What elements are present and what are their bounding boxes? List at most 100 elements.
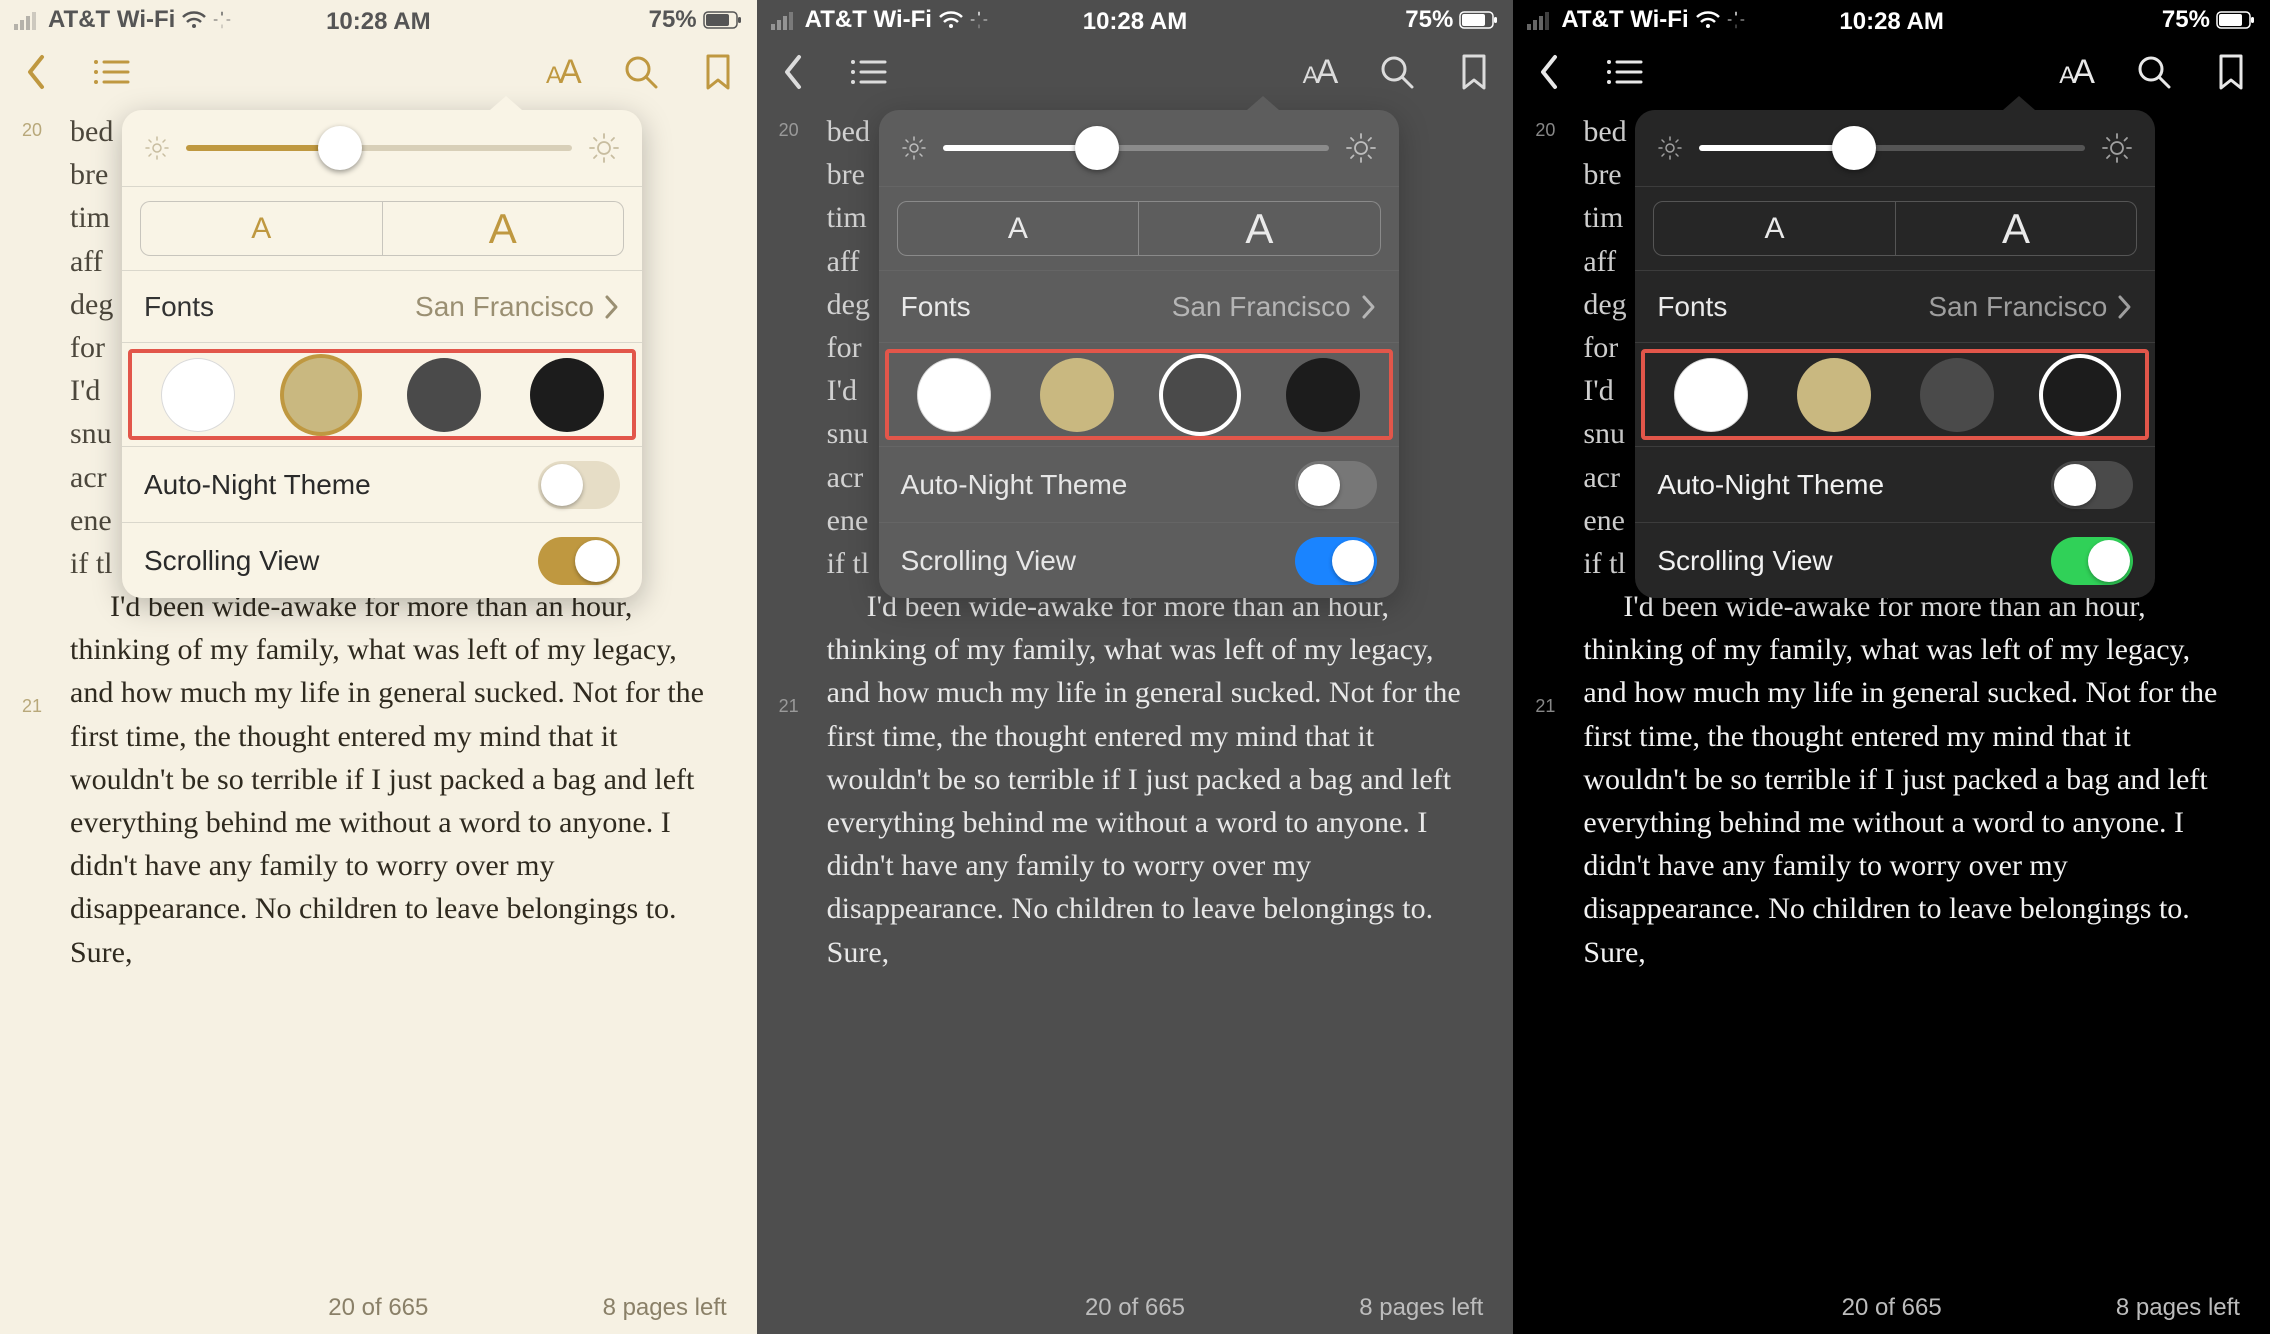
wifi-icon bbox=[181, 10, 207, 30]
search-button[interactable] bbox=[2136, 54, 2172, 90]
page-position: 20 of 665 bbox=[1842, 1294, 1942, 1322]
theme-swatch-3[interactable] bbox=[1286, 358, 1360, 432]
brightness-low-icon bbox=[1657, 135, 1683, 161]
fonts-row[interactable]: Fonts San Francisco bbox=[1635, 270, 2155, 342]
appearance-button[interactable]: AA bbox=[546, 53, 579, 92]
theme-swatch-3[interactable] bbox=[530, 358, 604, 432]
carrier: AT&T Wi-Fi bbox=[805, 6, 932, 34]
theme-swatch-1[interactable] bbox=[1040, 358, 1114, 432]
toolbar: AA bbox=[0, 40, 757, 104]
font-larger-button[interactable]: A bbox=[383, 201, 625, 256]
scrolling-view-label: Scrolling View bbox=[1657, 545, 1832, 577]
status-bar: AT&T Wi-Fi10:28 AM75% bbox=[1513, 0, 2270, 40]
search-button[interactable] bbox=[1379, 54, 1415, 90]
theme-swatch-1[interactable] bbox=[284, 358, 358, 432]
fonts-row[interactable]: Fonts San Francisco bbox=[879, 270, 1399, 342]
theme-swatch-0[interactable] bbox=[917, 358, 991, 432]
line-number: 21 bbox=[779, 694, 799, 720]
loading-spinner-icon bbox=[213, 11, 231, 29]
battery-percent: 75% bbox=[649, 6, 697, 34]
appearance-popover: AA Fonts San Francisco Auto-Night Theme Scro… bbox=[1635, 110, 2155, 598]
brightness-low-icon bbox=[901, 135, 927, 161]
toc-button[interactable] bbox=[849, 57, 887, 87]
auto-night-label: Auto-Night Theme bbox=[144, 469, 371, 501]
appearance-button[interactable]: AA bbox=[1303, 53, 1336, 92]
toolbar: AA bbox=[757, 40, 1514, 104]
footer: 20 of 6658 pages left bbox=[1513, 1282, 2270, 1334]
auto-night-toggle[interactable] bbox=[538, 461, 620, 509]
battery-icon bbox=[703, 10, 743, 30]
scrolling-view-label: Scrolling View bbox=[901, 545, 1076, 577]
font-larger-button[interactable]: A bbox=[1139, 201, 1381, 256]
brightness-slider[interactable] bbox=[1699, 145, 2085, 151]
auto-night-label: Auto-Night Theme bbox=[1657, 469, 1884, 501]
brightness-slider[interactable] bbox=[186, 145, 572, 151]
loading-spinner-icon bbox=[970, 11, 988, 29]
fonts-label: Fonts bbox=[1657, 291, 1727, 323]
search-button[interactable] bbox=[623, 54, 659, 90]
fonts-value: San Francisco bbox=[1928, 291, 2107, 323]
footer: 20 of 665 8 pages left bbox=[757, 1282, 1514, 1334]
toc-button[interactable] bbox=[92, 57, 130, 87]
back-button[interactable] bbox=[781, 53, 805, 91]
page-position: 20 of 665 bbox=[328, 1294, 428, 1322]
appearance-popover: AA Fonts San Francisco Auto-Night Theme Scro… bbox=[879, 110, 1399, 598]
fonts-value: San Francisco bbox=[1172, 291, 1351, 323]
back-button[interactable] bbox=[24, 53, 48, 91]
pages-left: 8 pages left bbox=[1359, 1294, 1483, 1322]
fonts-label: Fonts bbox=[901, 291, 971, 323]
theme-swatch-1[interactable] bbox=[1797, 358, 1871, 432]
font-larger-button[interactable]: A bbox=[1896, 201, 2138, 256]
bookmark-button[interactable] bbox=[1459, 53, 1489, 91]
paragraph: I'd been wide-awake for more than an hou… bbox=[827, 585, 1474, 974]
theme-swatch-0[interactable] bbox=[1674, 358, 1748, 432]
line-number: 20 bbox=[779, 118, 799, 144]
wifi-icon bbox=[938, 10, 964, 30]
battery-icon bbox=[1459, 10, 1499, 30]
line-number: 20 bbox=[1535, 118, 1555, 144]
signal-icon bbox=[1527, 10, 1555, 30]
scrolling-view-label: Scrolling View bbox=[144, 545, 319, 577]
carrier: AT&T Wi-Fi bbox=[1561, 6, 1688, 34]
scrolling-view-toggle[interactable] bbox=[1295, 537, 1377, 585]
theme-swatch-2[interactable] bbox=[1920, 358, 1994, 432]
status-bar: AT&T Wi-Fi10:28 AM75% bbox=[757, 0, 1514, 40]
font-smaller-button[interactable]: A bbox=[897, 201, 1140, 256]
toolbar: AA bbox=[1513, 40, 2270, 104]
theme-swatch-0[interactable] bbox=[161, 358, 235, 432]
scrolling-view-toggle[interactable] bbox=[538, 537, 620, 585]
battery-icon bbox=[2216, 10, 2256, 30]
theme-swatches bbox=[879, 342, 1399, 446]
fonts-label: Fonts bbox=[144, 291, 214, 323]
line-number: 21 bbox=[22, 694, 42, 720]
font-smaller-button[interactable]: A bbox=[1653, 201, 1896, 256]
bookmark-button[interactable] bbox=[2216, 53, 2246, 91]
font-smaller-button[interactable]: A bbox=[140, 201, 383, 256]
bookmark-button[interactable] bbox=[703, 53, 733, 91]
fonts-value: San Francisco bbox=[415, 291, 594, 323]
auto-night-toggle[interactable] bbox=[1295, 461, 1377, 509]
chevron-right-icon bbox=[2117, 293, 2133, 321]
line-number: 20 bbox=[22, 118, 42, 144]
paragraph: I'd been wide-awake for more than an hou… bbox=[1583, 585, 2230, 974]
scrolling-view-toggle[interactable] bbox=[2051, 537, 2133, 585]
theme-swatch-3[interactable] bbox=[2043, 358, 2117, 432]
fonts-row[interactable]: Fonts San Francisco bbox=[122, 270, 642, 342]
theme-swatch-2[interactable] bbox=[407, 358, 481, 432]
auto-night-label: Auto-Night Theme bbox=[901, 469, 1128, 501]
pages-left: 8 pages left bbox=[603, 1294, 727, 1322]
chevron-right-icon bbox=[1361, 293, 1377, 321]
appearance-button[interactable]: AA bbox=[2059, 53, 2092, 92]
carrier: AT&T Wi-Fi bbox=[48, 6, 175, 34]
brightness-slider[interactable] bbox=[943, 145, 1329, 151]
theme-swatch-2[interactable] bbox=[1163, 358, 1237, 432]
signal-icon bbox=[14, 10, 42, 30]
theme-swatches bbox=[122, 342, 642, 446]
auto-night-toggle[interactable] bbox=[2051, 461, 2133, 509]
page-position: 20 of 665 bbox=[1085, 1294, 1185, 1322]
battery-percent: 75% bbox=[2162, 6, 2210, 34]
back-button[interactable] bbox=[1537, 53, 1561, 91]
line-number: 21 bbox=[1535, 694, 1555, 720]
toc-button[interactable] bbox=[1605, 57, 1643, 87]
brightness-high-icon bbox=[2101, 132, 2133, 164]
